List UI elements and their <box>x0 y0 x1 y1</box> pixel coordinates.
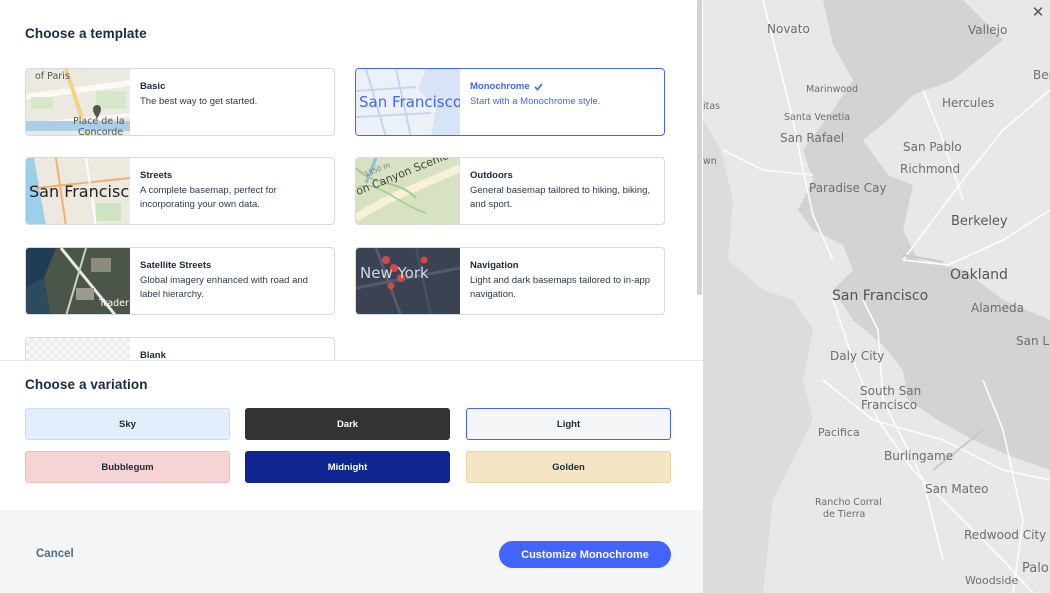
template-thumbnail-outdoors: on Canyon Scenic Dr 1350 m <box>356 158 460 224</box>
checkmark-icon <box>534 82 543 91</box>
template-thumbnail-navigation: New York <box>356 248 460 314</box>
map-label: Palo <box>1022 561 1049 576</box>
template-name: Outdoors <box>470 170 513 181</box>
variation-dark-button[interactable]: Dark <box>245 408 450 440</box>
template-thumbnail-blank <box>26 338 130 360</box>
map-label: Santa Venetia <box>784 112 851 123</box>
thumb-label: New York <box>360 264 429 282</box>
variation-light-button[interactable]: Light <box>466 408 671 440</box>
map-label: Richmond <box>900 162 961 176</box>
template-list-scrollbar[interactable] <box>697 0 702 295</box>
map-label: Burlingame <box>884 449 954 463</box>
thumb-label: San Francisco <box>29 182 130 201</box>
template-card-basic[interactable]: of Paris Place de la Concorde Basic The … <box>25 68 335 136</box>
template-card-satellite-streets[interactable]: Trader J Satellite Streets Global imager… <box>25 247 335 315</box>
variation-midnight-button[interactable]: Midnight <box>245 451 450 483</box>
template-card-monochrome[interactable]: San Francisco Monochrome Start with a Mo… <box>355 68 665 136</box>
map-label: Alameda <box>971 301 1024 315</box>
variation-section-title: Choose a variation <box>25 377 148 392</box>
map-label: Vallejo <box>968 23 1008 37</box>
variation-bubblegum-button[interactable]: Bubblegum <box>25 451 230 483</box>
template-card-outdoors[interactable]: on Canyon Scenic Dr 1350 m Outdoors Gene… <box>355 157 665 225</box>
template-section-title: Choose a template <box>25 26 147 41</box>
thumb-label: Place de la <box>73 116 125 127</box>
map-label: itas <box>703 101 721 112</box>
thumb-label: Trader J <box>99 298 130 309</box>
map-label: Berkeley <box>951 214 1008 229</box>
template-thumbnail-satellite-streets: Trader J <box>26 248 130 314</box>
dialog-footer: Cancel Customize Monochrome <box>0 510 703 593</box>
variation-sky-button[interactable]: Sky <box>25 408 230 440</box>
template-description: Global imagery enhanced with road and la… <box>140 275 308 300</box>
template-description: A complete basemap, perfect for incorpor… <box>140 185 277 210</box>
map-label: San L <box>1016 334 1050 348</box>
thumb-label: of Paris <box>35 71 70 82</box>
map-label: Hercules <box>942 96 995 110</box>
map-label: Marinwood <box>806 84 859 95</box>
map-label: San Francisco <box>832 288 929 304</box>
template-card-navigation[interactable]: New York Navigation Light and dark basem… <box>355 247 665 315</box>
template-name: Monochrome <box>470 81 530 92</box>
template-description: Start with a Monochrome style. <box>470 96 601 107</box>
map-label: San Rafael <box>780 131 845 145</box>
customize-button[interactable]: Customize Monochrome <box>499 541 671 568</box>
map-label: Daly City <box>830 349 885 363</box>
map-label: Redwood City <box>964 528 1047 542</box>
map-label: Woodside <box>965 574 1019 587</box>
map-label: wn <box>703 156 717 167</box>
variation-golden-button[interactable]: Golden <box>466 451 671 483</box>
map-label: Rancho Corral <box>815 497 882 508</box>
cancel-button[interactable]: Cancel <box>36 548 74 560</box>
template-description: The best way to get started. <box>140 96 258 107</box>
map-preview[interactable]: Novato Vallejo Ber Marinwood itas Hercul… <box>703 0 1050 593</box>
template-list-area: Choose a template of Paris Place de la C… <box>0 0 703 360</box>
template-thumbnail-streets: San Francisco <box>26 158 130 224</box>
template-card-streets[interactable]: San Francisco Streets A complete basemap… <box>25 157 335 225</box>
thumb-label: San Francisco <box>359 93 460 111</box>
map-label: Ber <box>1033 68 1050 82</box>
map-label: Oakland <box>950 267 1008 283</box>
template-name: Basic <box>140 81 166 92</box>
map-label: Francisco <box>861 398 918 412</box>
map-label: San Mateo <box>925 482 989 496</box>
close-icon[interactable]: ✕ <box>1030 4 1046 21</box>
map-label: de Tierra <box>823 509 866 520</box>
map-label: Paradise Cay <box>809 181 887 195</box>
map-label: San Pablo <box>903 140 962 154</box>
template-thumbnail-basic: of Paris Place de la Concorde <box>26 69 130 135</box>
template-picker-panel: Choose a template of Paris Place de la C… <box>0 0 703 593</box>
template-name: Streets <box>140 170 173 181</box>
template-name: Blank <box>140 350 166 360</box>
section-divider <box>0 360 703 361</box>
template-name: Navigation <box>470 260 519 271</box>
map-label: South San <box>860 384 922 398</box>
map-label: Novato <box>767 22 810 36</box>
template-description: Light and dark basemaps tailored to in-a… <box>470 275 651 300</box>
template-card-blank[interactable]: Blank <box>25 337 335 360</box>
template-thumbnail-monochrome: San Francisco <box>356 69 460 135</box>
template-description: General basemap tailored to hiking, biki… <box>470 185 651 210</box>
thumb-label: Concorde <box>78 127 124 135</box>
template-name: Satellite Streets <box>140 260 212 271</box>
map-label: Pacifica <box>818 426 860 439</box>
